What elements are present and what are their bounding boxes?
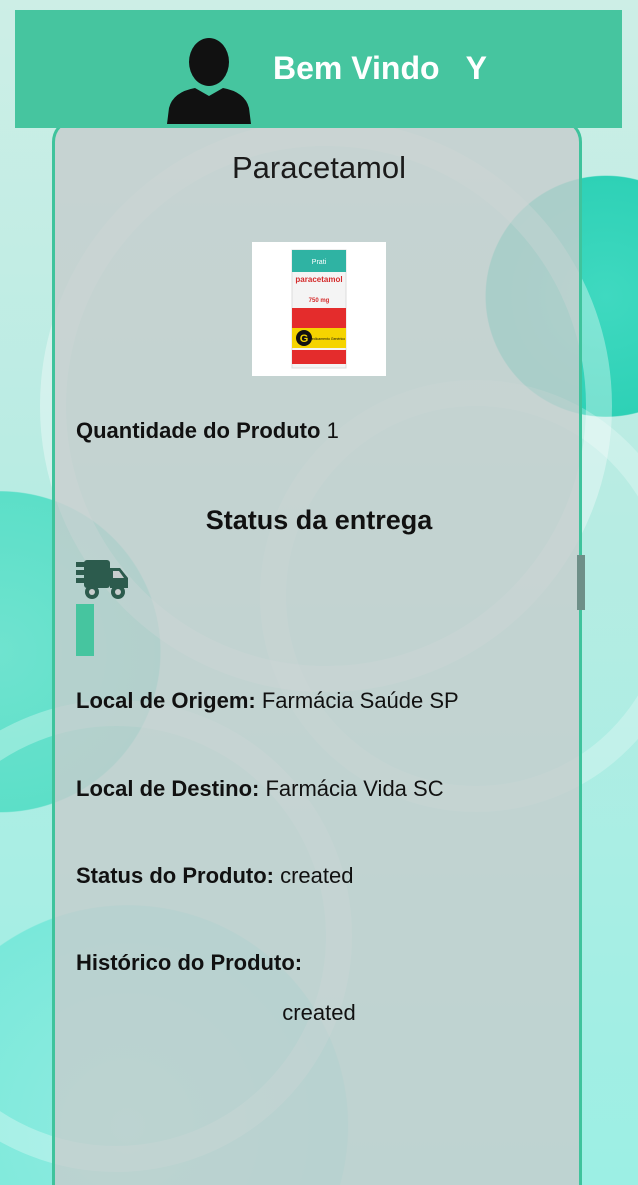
history-row: Histórico do Produto: <box>76 950 302 976</box>
origin-row: Local de Origem: Farmácia Saúde SP <box>76 688 459 714</box>
quantity-value: 1 <box>326 418 339 443</box>
delivery-status-title: Status da entrega <box>205 505 433 535</box>
origin-value: Farmácia Saúde SP <box>261 688 459 713</box>
product-name: Paracetamol <box>231 150 407 185</box>
scrollbar-thumb[interactable] <box>577 555 585 610</box>
destination-value: Farmácia Vida SC <box>265 776 444 801</box>
delivery-progress-fill <box>76 604 94 656</box>
quantity-label: Quantidade do Produto <box>76 418 321 443</box>
destination-label: Local de Destino: <box>76 776 260 801</box>
product-image-generic-text: Medicamento Genérico <box>309 337 345 341</box>
delivery-truck-icon <box>76 560 128 599</box>
history-label: Histórico do Produto: <box>76 950 303 975</box>
delivery-progress-bar <box>76 604 94 656</box>
product-image-dose: 750 mg <box>309 298 330 304</box>
product-image: Prati paracetamol 750 mg G Medicamento G… <box>252 242 386 376</box>
status-row: Status do Produto: created <box>76 863 354 889</box>
status-label: Status do Produto: <box>76 863 274 888</box>
product-image-name: paracetamol <box>295 275 342 284</box>
product-image-generic-letter: G <box>300 333 309 345</box>
product-image-brand: Prati <box>312 259 327 266</box>
history-item: created <box>282 1000 356 1025</box>
status-value: created <box>280 863 354 888</box>
destination-row: Local de Destino: Farmácia Vida SC <box>76 776 444 802</box>
user-silhouette-icon[interactable] <box>163 32 255 124</box>
welcome-title: Bem Vindo Y <box>273 50 487 86</box>
quantity-row: Quantidade do Produto 1 <box>76 418 339 444</box>
app-header: Bem Vindo Y <box>15 10 622 128</box>
origin-label: Local de Origem: <box>76 688 256 713</box>
